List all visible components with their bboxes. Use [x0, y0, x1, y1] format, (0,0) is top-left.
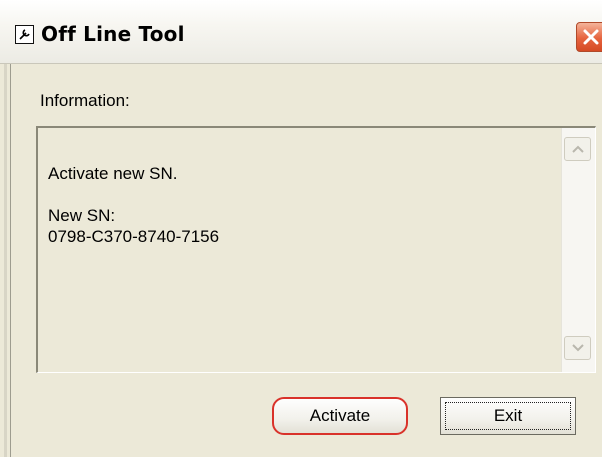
information-text: Activate new SN. New SN: 0798-C370-8740-… — [48, 163, 219, 247]
window-title: Off Line Tool — [41, 22, 185, 46]
chevron-down-icon — [572, 344, 584, 352]
window-left-border — [0, 64, 11, 457]
info-line — [48, 184, 219, 205]
exit-button-label: Exit — [493, 406, 523, 425]
info-line: 0798-C370-8740-7156 — [48, 227, 220, 246]
off-line-tool-dialog: Off Line Tool Information: Activate new … — [0, 0, 602, 457]
information-textbox[interactable]: Activate new SN. New SN: 0798-C370-8740-… — [36, 126, 596, 373]
scroll-down-button[interactable] — [564, 336, 591, 360]
info-line: New SN: — [48, 206, 116, 225]
info-line: Activate new SN. — [48, 164, 178, 183]
close-icon — [583, 29, 599, 45]
chevron-up-icon — [572, 145, 584, 153]
activate-button[interactable]: Activate — [272, 397, 408, 435]
scroll-up-button[interactable] — [564, 137, 591, 161]
vertical-scrollbar[interactable] — [561, 128, 595, 372]
information-label: Information: — [40, 91, 130, 110]
close-button[interactable] — [576, 22, 602, 52]
exit-button[interactable]: Exit — [440, 397, 576, 435]
wrench-app-icon — [15, 25, 34, 44]
title-bar[interactable]: Off Line Tool — [0, 0, 602, 64]
